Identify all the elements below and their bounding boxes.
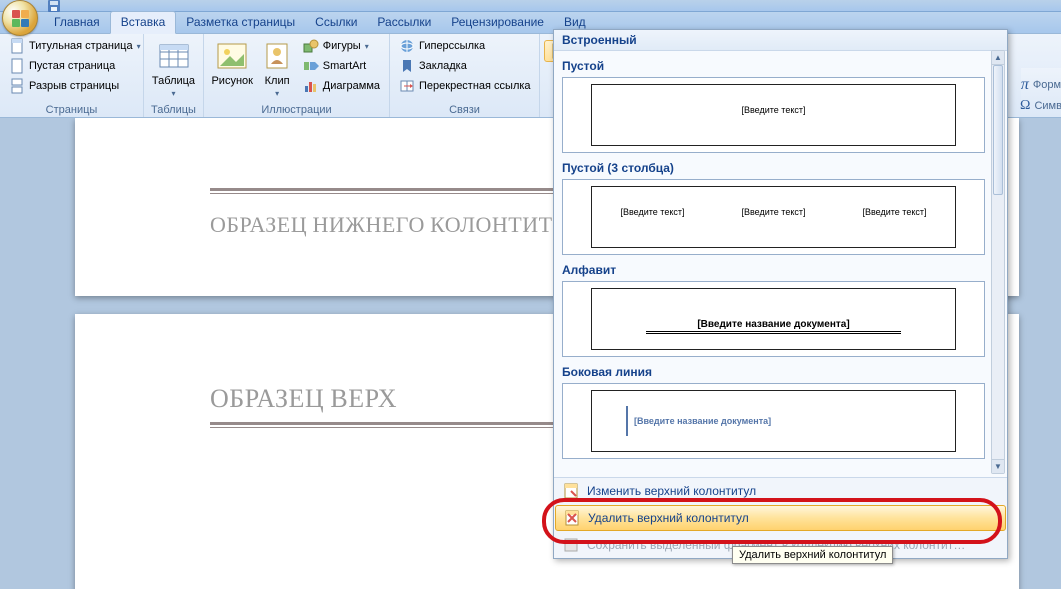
remove-header-label: Удалить верхний колонтитул — [588, 511, 749, 525]
chart-button[interactable]: Диаграмма — [298, 76, 385, 96]
gallery-title: Встроенный — [554, 30, 1007, 51]
edit-header-icon — [563, 483, 579, 499]
symbol-button[interactable]: Ω Симв — [1015, 96, 1061, 116]
gallery-item-empty3[interactable]: [Введите текст] [Введите текст] [Введите… — [562, 179, 985, 255]
edit-header-label: Изменить верхний колонтитул — [587, 484, 756, 498]
bookmark-button[interactable]: Закладка — [394, 56, 536, 76]
chart-icon — [303, 78, 319, 94]
tab-home[interactable]: Главная — [44, 12, 110, 33]
tab-layout[interactable]: Разметка страницы — [176, 12, 305, 33]
smartart-button[interactable]: SmartArt — [298, 56, 385, 76]
edit-header-menu-item[interactable]: Изменить верхний колонтитул — [554, 478, 1007, 504]
rule-line — [646, 333, 900, 334]
gallery-item-empty[interactable]: [Введите текст] — [562, 77, 985, 153]
remove-header-icon — [564, 510, 580, 526]
group-pages-label: Страницы — [4, 103, 139, 117]
remove-header-menu-item[interactable]: Удалить верхний колонтитул — [555, 505, 1006, 531]
crossref-label: Перекрестная ссылка — [419, 80, 531, 92]
placeholder-text: [Введите текст] — [742, 105, 806, 115]
cover-page-label: Титульная страница — [29, 40, 133, 52]
group-links: Гиперссылка Закладка Перекрестная ссылка… — [390, 34, 540, 117]
crossref-icon — [399, 78, 415, 94]
tab-insert[interactable]: Вставка — [110, 11, 177, 34]
blank-page-button[interactable]: Пустая страница — [4, 56, 146, 76]
hyperlink-icon — [399, 38, 415, 54]
page-icon — [9, 38, 25, 54]
scroll-down-icon[interactable]: ▼ — [992, 459, 1004, 473]
picture-button[interactable]: Рисунок — [208, 36, 256, 90]
placeholder-text: [Введите текст] — [742, 207, 806, 217]
picture-icon — [216, 39, 248, 73]
save-icon[interactable] — [46, 0, 62, 14]
placeholder-text: [Введите текст] — [863, 207, 927, 217]
gallery-item-alpha-name: Алфавит — [562, 263, 985, 277]
placeholder-text: [Введите текст] — [621, 207, 685, 217]
gallery-body: Пустой [Введите текст] Пустой (3 столбца… — [554, 51, 989, 477]
table-button[interactable]: Таблица ▾ — [148, 36, 199, 103]
table-icon — [158, 39, 190, 73]
gallery-scrollbar[interactable]: ▲ ▼ — [991, 50, 1005, 474]
clip-button[interactable]: Клип ▾ — [258, 36, 295, 103]
chart-label: Диаграмма — [323, 80, 380, 92]
blank-page-label: Пустая страница — [29, 60, 115, 72]
smartart-icon — [303, 58, 319, 74]
cover-page-button[interactable]: Титульная страница ▾ — [4, 36, 146, 56]
gallery-item-alpha[interactable]: [Введите название документа] — [562, 281, 985, 357]
pi-icon: π — [1021, 76, 1029, 94]
shapes-label: Фигуры — [323, 40, 361, 52]
formula-button[interactable]: π Форм — [1016, 74, 1061, 96]
quick-access-toolbar — [46, 0, 62, 12]
crossref-button[interactable]: Перекрестная ссылка — [394, 76, 536, 96]
tab-refs[interactable]: Ссылки — [305, 12, 367, 33]
clip-label: Клип — [265, 75, 290, 87]
dropdown-caret-icon: ▾ — [171, 89, 175, 98]
picture-label: Рисунок — [211, 75, 253, 87]
scroll-thumb[interactable] — [993, 65, 1003, 195]
scroll-up-icon[interactable]: ▲ — [992, 51, 1004, 65]
shapes-icon — [303, 38, 319, 54]
office-button[interactable] — [2, 0, 38, 36]
smartart-label: SmartArt — [323, 60, 366, 72]
bookmark-icon — [399, 58, 415, 74]
gallery-item-empty-name: Пустой — [562, 59, 985, 73]
hyperlink-label: Гиперссылка — [419, 40, 485, 52]
group-links-label: Связи — [394, 103, 535, 117]
page-break-button[interactable]: Разрыв страницы — [4, 76, 146, 96]
hyperlink-button[interactable]: Гиперссылка — [394, 36, 536, 56]
symbol-label: Симв — [1034, 100, 1061, 112]
dropdown-caret-icon: ▾ — [137, 42, 141, 51]
group-pages: Титульная страница ▾ Пустая страница Раз… — [0, 34, 144, 117]
dropdown-caret-icon: ▾ — [365, 42, 369, 51]
omega-icon: Ω — [1020, 98, 1030, 114]
page-break-icon — [9, 78, 25, 94]
save-selection-icon — [563, 537, 579, 553]
gallery-item-side-name: Боковая линия — [562, 365, 985, 379]
placeholder-text: [Введите название документа] — [626, 406, 771, 436]
tab-mail[interactable]: Рассылки — [367, 12, 441, 33]
group-symbols: π Форм Ω Симв Симво — [1021, 68, 1061, 117]
bookmark-label: Закладка — [419, 60, 467, 72]
tooltip: Удалить верхний колонтитул — [732, 546, 893, 564]
tab-review[interactable]: Рецензирование — [441, 12, 554, 33]
placeholder-text: [Введите название документа] — [646, 319, 900, 332]
gallery-item-side[interactable]: [Введите название документа] — [562, 383, 985, 459]
group-tables: Таблица ▾ Таблицы — [144, 34, 204, 117]
group-tables-label: Таблицы — [148, 103, 199, 117]
table-label: Таблица — [152, 75, 195, 87]
gallery-item-empty3-name: Пустой (3 столбца) — [562, 161, 985, 175]
clip-icon — [263, 39, 291, 73]
formula-label: Форм — [1033, 79, 1061, 91]
page-icon — [9, 58, 25, 74]
group-illustrations-label: Иллюстрации — [208, 103, 385, 117]
dropdown-caret-icon: ▾ — [275, 89, 279, 98]
shapes-button[interactable]: Фигуры ▾ — [298, 36, 385, 56]
page-break-label: Разрыв страницы — [29, 80, 119, 92]
header-gallery: Встроенный Пустой [Введите текст] Пустой… — [553, 29, 1008, 559]
group-illustrations: Рисунок Клип▾ Фигуры ▾ SmartArt Диагр — [204, 34, 390, 117]
